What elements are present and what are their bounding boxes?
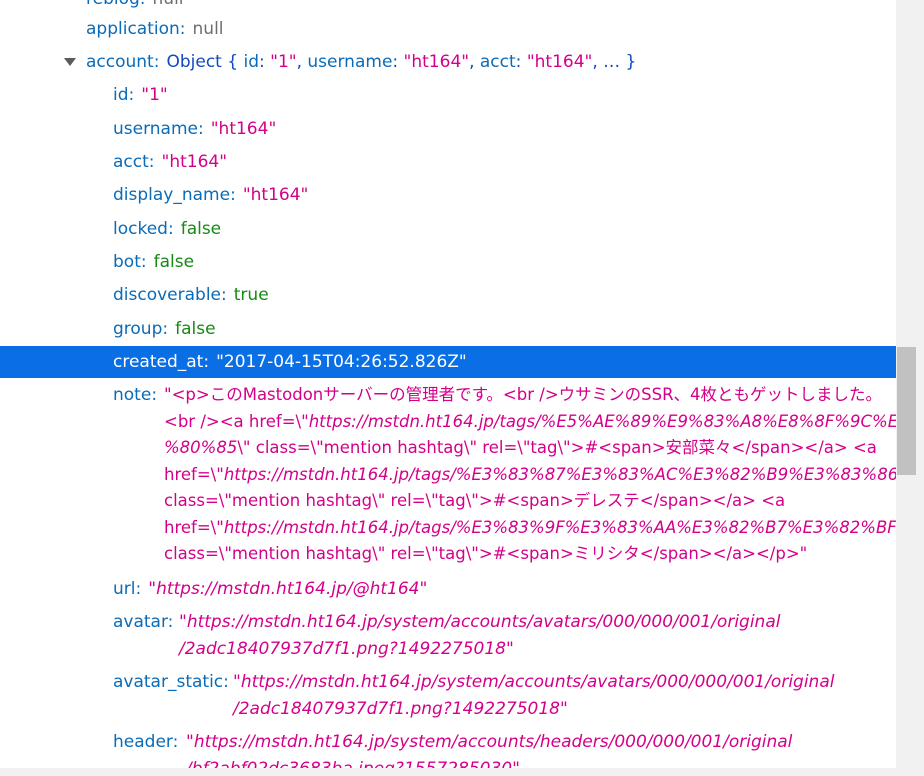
key-label: note (113, 385, 152, 405)
key-label: account (86, 52, 154, 72)
expand-triangle-icon[interactable] (64, 58, 76, 66)
tree-row-acct[interactable]: acct: "ht164" (0, 149, 896, 176)
tree-row-created-at[interactable]: created_at: "2017-04-15T04:26:52.826Z" (0, 346, 896, 378)
tree-row-username[interactable]: username: "ht164" (0, 116, 896, 143)
value-null: null (192, 19, 224, 39)
tree-row-bot[interactable]: bot: false (0, 249, 896, 276)
value-string: "ht164" (210, 119, 277, 139)
tree-row-account[interactable]: account: Object { id: "1", username: "ht1… (0, 49, 896, 76)
object-preview: Object { id: "1", username: "ht164", acc… (166, 52, 637, 72)
value-url-avatar[interactable]: "https://mstdn.ht164.jp/system/accounts/… (179, 609, 780, 662)
value-url-header[interactable]: "https://mstdn.ht164.jp/system/accounts/… (186, 729, 792, 768)
key-label: avatar_static (113, 672, 224, 692)
key-label: bot (113, 252, 141, 272)
tree-row-application[interactable]: application: null (0, 16, 896, 43)
key-label: created_at (113, 352, 204, 372)
value-boolean: false (180, 219, 222, 239)
tree-row-group[interactable]: group: false (0, 316, 896, 343)
key-label: display_name (113, 185, 231, 205)
value-url[interactable]: https://mstdn.ht164.jp/@ht164 (156, 579, 419, 599)
value-boolean: true (233, 285, 269, 305)
key-label: username (113, 119, 198, 139)
key-label: acct (113, 152, 149, 172)
value-string-note: "<p>このMastodonサーバーの管理者です。<br />ウサミンのSSR、… (164, 385, 896, 563)
scrollbar-thumb[interactable] (897, 347, 916, 475)
tree-row-locked[interactable]: locked: false (0, 216, 896, 243)
horizontal-scrollbar[interactable] (0, 768, 924, 776)
value-url-avatar-static[interactable]: "https://mstdn.ht164.jp/system/accounts/… (233, 669, 834, 722)
tree-row-url[interactable]: url: "https://mstdn.ht164.jp/@ht164" (0, 576, 896, 603)
value-string: "2017-04-15T04:26:52.826Z" (216, 352, 467, 372)
key-label: avatar (113, 612, 168, 632)
key-label: url (113, 579, 136, 599)
value-boolean: false (175, 319, 216, 339)
tree-row-reblog[interactable]: reblog:null (0, 0, 896, 13)
key-label: locked (113, 219, 168, 239)
key-label: id (113, 85, 129, 105)
value-boolean: false (153, 252, 195, 272)
json-tree-viewer: reblog:null application:null account:Obj… (0, 0, 896, 768)
key-label: header (113, 732, 173, 752)
tree-row-display-name[interactable]: display_name: "ht164" (0, 182, 896, 209)
key-label: application (86, 19, 180, 39)
value-string: "ht164" (161, 152, 228, 172)
value-string: "1" (141, 85, 168, 105)
value-string: "ht164" (242, 185, 309, 205)
tree-row-id[interactable]: id: "1" (0, 82, 896, 109)
key-label: reblog (86, 0, 140, 9)
value-null: null (153, 0, 184, 9)
tree-row-discoverable[interactable]: discoverable: true (0, 282, 896, 309)
key-label: discoverable (113, 285, 222, 305)
key-label: group (113, 319, 163, 339)
